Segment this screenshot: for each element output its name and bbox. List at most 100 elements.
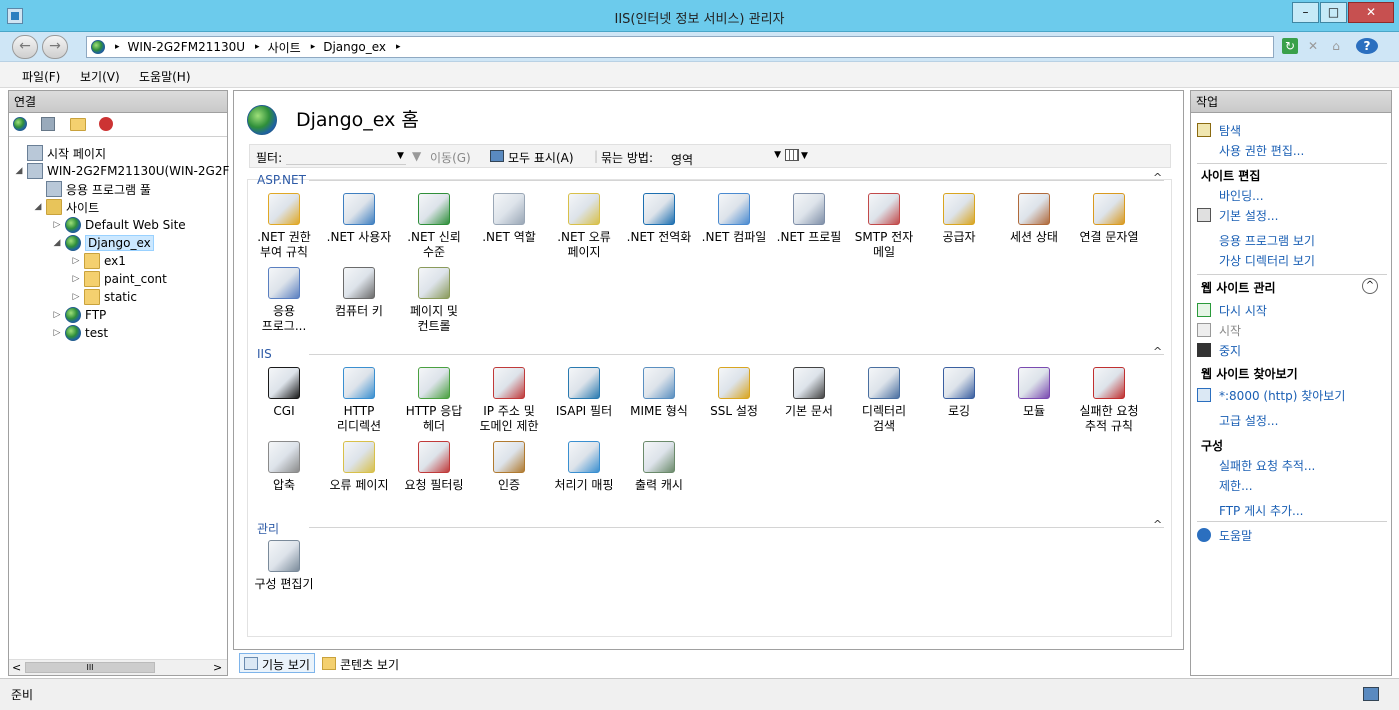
scroll-thumb[interactable]: III <box>25 662 155 673</box>
feature-item[interactable]: ISAPI 필터 <box>546 367 622 419</box>
refresh-icon[interactable]: ↻ <box>1282 38 1298 54</box>
collapse-chevron-icon[interactable]: ^ <box>1153 345 1162 358</box>
feature-item[interactable]: .NET 신뢰 수준 <box>396 193 472 260</box>
feature-item[interactable]: .NET 전역화 <box>621 193 697 245</box>
filter-dropdown-icon[interactable]: ▼ <box>397 151 404 161</box>
forward-button[interactable]: → <box>42 35 68 59</box>
feature-item[interactable]: 출력 캐시 <box>621 441 697 493</box>
tree-expander-icon[interactable]: ▷ <box>51 220 63 230</box>
tree-expander-icon[interactable]: ▷ <box>70 256 82 266</box>
tab-features-view[interactable]: 기능 보기 <box>239 653 315 673</box>
action-link[interactable]: 바인딩... <box>1219 187 1264 204</box>
action-link[interactable]: 기본 설정... <box>1219 207 1278 224</box>
tree-expander-icon[interactable]: ▷ <box>51 328 63 338</box>
feature-item[interactable]: 모듈 <box>996 367 1072 419</box>
tree-node[interactable]: ▷ static <box>70 288 137 306</box>
feature-item[interactable]: 압축 <box>246 441 322 493</box>
action-link[interactable]: 사용 권한 편집... <box>1219 142 1304 159</box>
tree-node[interactable]: ▷ Default Web Site <box>51 216 186 234</box>
tree-node[interactable]: ▷ test <box>51 324 108 342</box>
stop-nav-icon[interactable]: ✕ <box>1305 38 1321 54</box>
action-link[interactable]: FTP 게시 추가... <box>1219 502 1304 519</box>
action-link[interactable]: 탐색 <box>1219 122 1241 139</box>
group-by-select[interactable]: 영역 ▼ <box>668 147 784 167</box>
action-link[interactable]: 도움말 <box>1219 527 1252 544</box>
action-link[interactable]: 응용 프로그램 보기 <box>1219 232 1315 249</box>
tree-node[interactable]: 시작 페이지 <box>13 144 106 162</box>
feature-item[interactable]: 디렉터리 검색 <box>846 367 922 434</box>
menu-help[interactable]: 도움말(H) <box>139 68 191 85</box>
show-all-button[interactable]: 모두 표시(A) <box>508 149 574 166</box>
feature-item[interactable]: 기본 문서 <box>771 367 847 419</box>
view-dropdown-icon[interactable]: ▼ <box>801 151 808 161</box>
feature-item[interactable]: .NET 권한 부여 규칙 <box>246 193 322 260</box>
tree-node[interactable]: ▷ ex1 <box>70 252 126 270</box>
action-link[interactable]: 중지 <box>1219 342 1241 359</box>
feature-item[interactable]: 페이지 및 컨트롤 <box>396 267 472 334</box>
open-folder-icon[interactable] <box>70 118 86 131</box>
breadcrumb-server[interactable]: WIN-2G2FM21130U <box>128 40 246 54</box>
feature-item[interactable]: SMTP 전자 메일 <box>846 193 922 260</box>
home-icon[interactable]: ⌂ <box>1328 38 1344 54</box>
scroll-left-button[interactable]: < <box>12 661 21 674</box>
tree-node[interactable]: ◢ Django_ex <box>51 234 154 252</box>
feature-item[interactable]: 컴퓨터 키 <box>321 267 397 319</box>
action-link[interactable]: *:8000 (http) 찾아보기 <box>1219 387 1345 404</box>
collapse-section-icon[interactable]: ^ <box>1362 278 1378 294</box>
tree-node[interactable]: ▷ paint_cont <box>70 270 167 288</box>
maximize-button[interactable]: □ <box>1320 2 1347 23</box>
tree-node[interactable]: 응용 프로그램 풀 <box>32 180 151 198</box>
disconnect-icon[interactable] <box>99 117 113 131</box>
feature-item[interactable]: CGI <box>246 367 322 419</box>
view-icon[interactable] <box>785 149 799 161</box>
action-link[interactable]: 제한... <box>1219 477 1253 494</box>
tree-node[interactable]: ◢ WIN-2G2FM21130U(WIN-2G2F <box>13 162 229 180</box>
help-icon[interactable]: ? <box>1356 38 1378 54</box>
feature-item[interactable]: MIME 형식 <box>621 367 697 419</box>
feature-item[interactable]: 처리기 매핑 <box>546 441 622 493</box>
scroll-right-button[interactable]: > <box>213 661 222 674</box>
save-icon[interactable] <box>41 117 55 131</box>
feature-item[interactable]: 구성 편집기 <box>246 540 322 592</box>
feature-item[interactable]: 실패한 요청 추적 규칙 <box>1071 367 1147 434</box>
close-button[interactable]: ✕ <box>1348 2 1394 23</box>
tree-expander-icon[interactable]: ▷ <box>70 292 82 302</box>
action-link[interactable]: 고급 설정... <box>1219 412 1278 429</box>
tree-expander-icon[interactable]: ◢ <box>51 238 63 248</box>
feature-item[interactable]: 연결 문자열 <box>1071 193 1147 245</box>
feature-item[interactable]: 로깅 <box>921 367 997 419</box>
tree-node[interactable]: ▷ FTP <box>51 306 106 324</box>
action-link[interactable]: 다시 시작 <box>1219 302 1267 319</box>
feature-item[interactable]: .NET 오류 페이지 <box>546 193 622 260</box>
feature-item[interactable]: 응용 프로그... <box>246 267 322 334</box>
feature-item[interactable]: 공급자 <box>921 193 997 245</box>
feature-item[interactable]: SSL 설정 <box>696 367 772 419</box>
action-link[interactable]: 실패한 요청 추적... <box>1219 457 1315 474</box>
tree-expander-icon[interactable]: ▷ <box>51 310 63 320</box>
tree-horizontal-scrollbar[interactable]: < III > <box>9 659 227 675</box>
address-box[interactable]: ▸ WIN-2G2FM21130U ▸ 사이트 ▸ Django_ex ▸ <box>86 36 1274 58</box>
go-button[interactable]: 이동(G) <box>430 149 471 166</box>
feature-item[interactable]: .NET 컴파일 <box>696 193 772 245</box>
feature-item[interactable]: HTTP 리디렉션 <box>321 367 397 434</box>
action-link[interactable]: 가상 디렉터리 보기 <box>1219 252 1315 269</box>
feature-item[interactable]: .NET 프로필 <box>771 193 847 245</box>
connect-icon[interactable] <box>13 117 27 131</box>
collapse-chevron-icon[interactable]: ^ <box>1153 518 1162 531</box>
tree-expander-icon[interactable]: ◢ <box>32 202 44 212</box>
menu-view[interactable]: 보기(V) <box>80 68 120 85</box>
minimize-button[interactable]: – <box>1292 2 1319 23</box>
tree-node[interactable]: ◢ 사이트 <box>32 198 99 216</box>
feature-item[interactable]: HTTP 응답 헤더 <box>396 367 472 434</box>
feature-item[interactable]: 인증 <box>471 441 547 493</box>
tab-content-view[interactable]: 콘텐츠 보기 <box>317 653 404 673</box>
menu-file[interactable]: 파일(F) <box>22 68 60 85</box>
collapse-chevron-icon[interactable]: ^ <box>1153 171 1162 184</box>
feature-item[interactable]: 오류 페이지 <box>321 441 397 493</box>
feature-item[interactable]: 세션 상태 <box>996 193 1072 245</box>
feature-item[interactable]: IP 주소 및 도메인 제한 <box>471 367 547 434</box>
breadcrumb-sites[interactable]: 사이트 <box>268 39 301 56</box>
back-button[interactable]: ← <box>12 35 38 59</box>
feature-item[interactable]: .NET 역할 <box>471 193 547 245</box>
feature-item[interactable]: 요청 필터링 <box>396 441 472 493</box>
